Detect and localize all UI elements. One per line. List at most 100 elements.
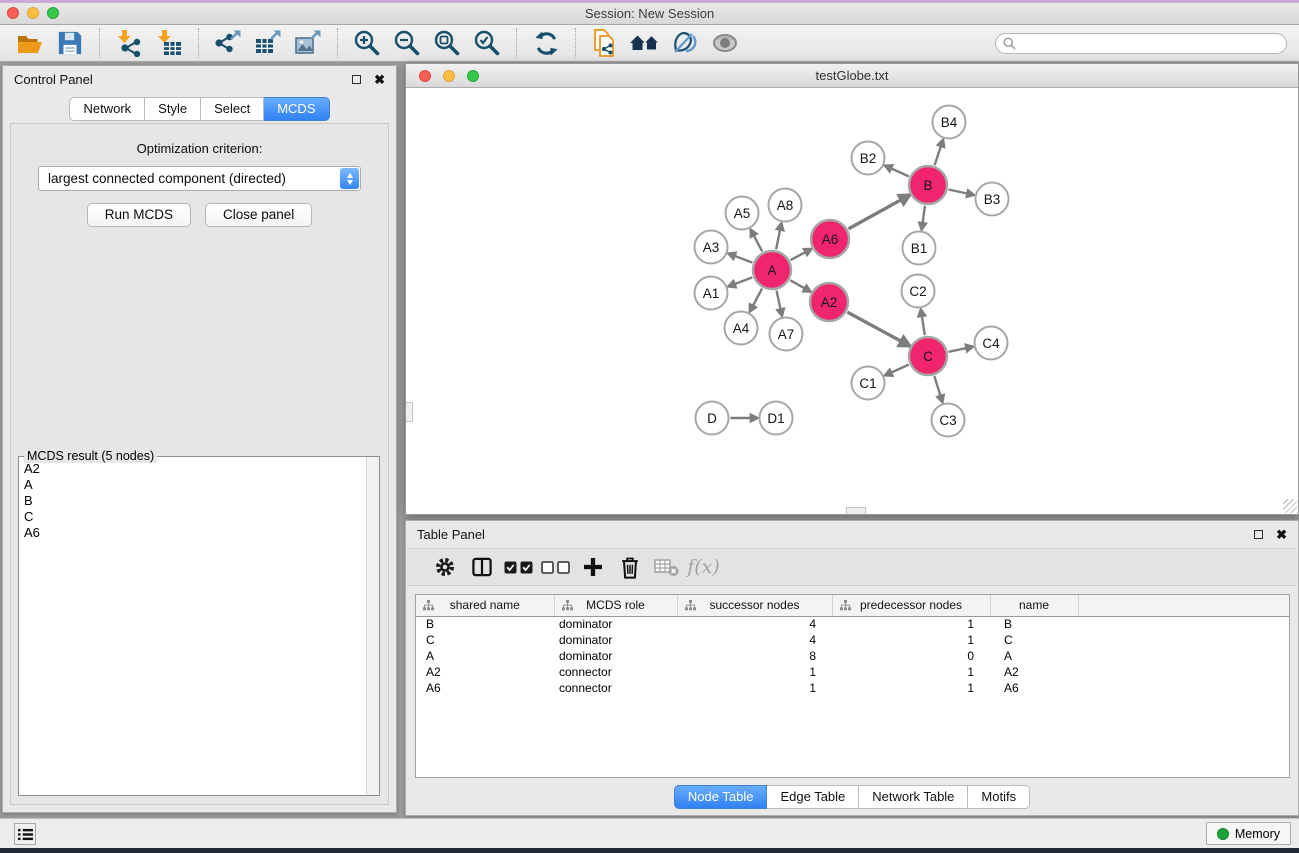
export-table-button[interactable]: [248, 27, 288, 59]
delete-columns-button[interactable]: [611, 551, 648, 583]
graphics-details-button[interactable]: [665, 27, 705, 59]
graph-edge-C-C3[interactable]: [934, 376, 942, 402]
close-panel-icon[interactable]: ✖: [1276, 528, 1287, 541]
table-row[interactable]: A6connector11A6: [416, 680, 1289, 696]
table-cell[interactable]: 1: [677, 664, 832, 680]
table-cell[interactable]: 8: [677, 648, 832, 664]
graph-edge-A-A2[interactable]: [790, 280, 810, 291]
graph-node-C[interactable]: C: [909, 337, 947, 375]
table-cell[interactable]: 1: [832, 616, 990, 632]
tab-network[interactable]: Network: [69, 97, 145, 121]
zoom-selected-button[interactable]: [467, 27, 507, 59]
graph-node-A5[interactable]: A5: [726, 197, 759, 230]
table-cell[interactable]: 0: [832, 648, 990, 664]
graph-node-B4[interactable]: B4: [933, 106, 966, 139]
show-columns-button[interactable]: [463, 551, 500, 583]
table-cell[interactable]: 4: [677, 632, 832, 648]
graph-node-D1[interactable]: D1: [760, 402, 793, 435]
mcds-result-item[interactable]: A6: [24, 525, 374, 541]
graph-node-A[interactable]: A: [753, 251, 791, 289]
tab-edge-table[interactable]: Edge Table: [767, 785, 859, 809]
create-column-button[interactable]: [574, 551, 611, 583]
graph-node-A7[interactable]: A7: [770, 318, 803, 351]
graph-edge-C-C1[interactable]: [885, 365, 909, 376]
memory-button[interactable]: Memory: [1206, 822, 1291, 845]
tab-network-table[interactable]: Network Table: [859, 785, 968, 809]
table-cell[interactable]: dominator: [554, 616, 677, 632]
splitter-collapse-handle[interactable]: [406, 402, 413, 422]
run-mcds-button[interactable]: Run MCDS: [87, 203, 191, 227]
graph-edge-A-A7[interactable]: [777, 291, 783, 316]
graph-node-A1[interactable]: A1: [695, 277, 728, 310]
tab-node-table[interactable]: Node Table: [674, 785, 768, 809]
column-header-name[interactable]: name: [990, 595, 1078, 616]
graph-node-A4[interactable]: A4: [725, 312, 758, 345]
graph-edge-C-C4[interactable]: [949, 347, 973, 352]
graph-node-B[interactable]: B: [909, 166, 947, 204]
table-cell[interactable]: 1: [832, 632, 990, 648]
mcds-result-item[interactable]: A2: [24, 461, 374, 477]
graph-node-C2[interactable]: C2: [902, 275, 935, 308]
function-builder-button[interactable]: f(x): [685, 551, 722, 583]
home-button[interactable]: [625, 27, 665, 59]
result-scrollbar[interactable]: [366, 457, 379, 795]
column-header-successor-nodes[interactable]: successor nodes: [677, 595, 832, 616]
mcds-result-item[interactable]: A: [24, 477, 374, 493]
graph-node-B1[interactable]: B1: [903, 232, 936, 265]
graph-edge-A-A1[interactable]: [728, 277, 752, 286]
mcds-result-item[interactable]: B: [24, 493, 374, 509]
zoom-in-button[interactable]: [347, 27, 387, 59]
tab-style[interactable]: Style: [145, 97, 201, 121]
network-from-clipboard-button[interactable]: [585, 27, 625, 59]
resize-grip-icon[interactable]: [1283, 499, 1297, 513]
table-cell[interactable]: 4: [677, 616, 832, 632]
graph-node-C1[interactable]: C1: [852, 367, 885, 400]
graph-edge-A6-B[interactable]: [848, 195, 909, 229]
export-image-button[interactable]: [288, 27, 328, 59]
zoom-out-button[interactable]: [387, 27, 427, 59]
tab-select[interactable]: Select: [201, 97, 264, 121]
table-cell[interactable]: connector: [554, 680, 677, 696]
graph-edge-A-A6[interactable]: [791, 249, 812, 260]
graph-edge-B-B1[interactable]: [922, 206, 925, 230]
table-row[interactable]: Bdominator41B: [416, 616, 1289, 632]
float-panel-icon[interactable]: [1254, 530, 1263, 539]
table-row[interactable]: Cdominator41C: [416, 632, 1289, 648]
zoom-fit-button[interactable]: [427, 27, 467, 59]
graph-edge-C-C2[interactable]: [921, 309, 925, 335]
graph-node-A8[interactable]: A8: [769, 189, 802, 222]
table-cell[interactable]: A2: [990, 664, 1078, 680]
close-panel-button[interactable]: Close panel: [205, 203, 312, 227]
graph-edge-A-A4[interactable]: [750, 289, 762, 312]
table-cell[interactable]: dominator: [554, 648, 677, 664]
export-network-button[interactable]: [208, 27, 248, 59]
import-table-button[interactable]: [149, 27, 189, 59]
network-canvas[interactable]: B4B2BB3B1A5A8A6A3AA1A2C2A4A7C4CC1C3DD1: [407, 89, 1297, 513]
table-cell[interactable]: 1: [832, 680, 990, 696]
open-session-button[interactable]: [10, 27, 50, 59]
graph-node-B3[interactable]: B3: [976, 183, 1009, 216]
graph-edge-B-B2[interactable]: [885, 166, 909, 177]
graph-node-D[interactable]: D: [696, 402, 729, 435]
apply-layout-button[interactable]: [526, 27, 566, 59]
search-input[interactable]: [995, 33, 1287, 54]
mcds-result-item[interactable]: C: [24, 509, 374, 525]
table-cell[interactable]: A6: [416, 680, 554, 696]
table-cell[interactable]: A: [416, 648, 554, 664]
table-row[interactable]: Adominator80A: [416, 648, 1289, 664]
table-cell[interactable]: A2: [416, 664, 554, 680]
table-cell[interactable]: C: [990, 632, 1078, 648]
table-row[interactable]: A2connector11A2: [416, 664, 1289, 680]
close-window-button[interactable]: [7, 7, 19, 19]
select-all-button[interactable]: [500, 551, 537, 583]
splitter-collapse-handle[interactable]: [846, 507, 866, 514]
graph-node-B2[interactable]: B2: [852, 142, 885, 175]
mcds-result-list[interactable]: A2ABCA6: [19, 457, 379, 545]
column-header-shared-name[interactable]: shared name: [416, 595, 554, 616]
task-history-button[interactable]: [14, 823, 36, 845]
table-settings-button[interactable]: [426, 551, 463, 583]
table-cell[interactable]: A6: [990, 680, 1078, 696]
tab-mcds[interactable]: MCDS: [264, 97, 329, 121]
delete-table-button[interactable]: [648, 551, 685, 583]
network-graph[interactable]: B4B2BB3B1A5A8A6A3AA1A2C2A4A7C4CC1C3DD1: [407, 89, 1297, 513]
